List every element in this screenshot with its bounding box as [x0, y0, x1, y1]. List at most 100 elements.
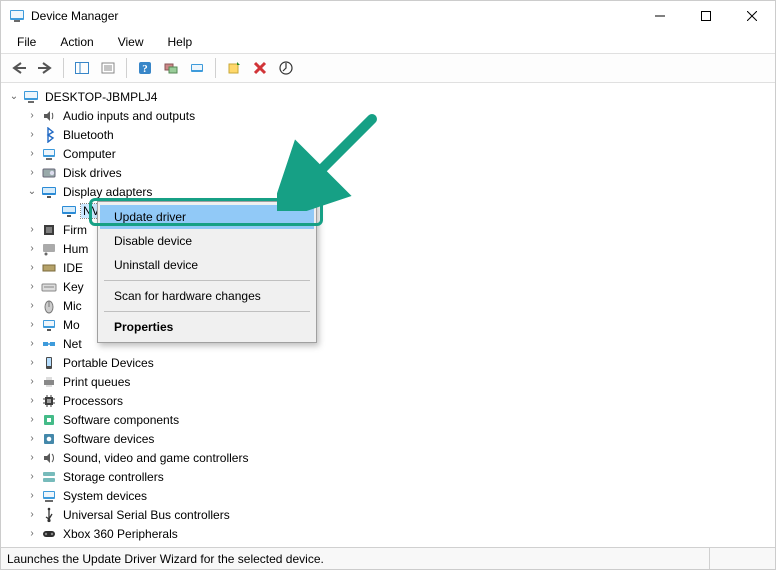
expand-icon[interactable]: › [25, 299, 39, 313]
tree-category-13[interactable]: › Print queues [7, 372, 769, 391]
tree-node-label: Net [61, 337, 84, 351]
tree-node-label: Print queues [61, 375, 132, 389]
window-title: Device Manager [31, 9, 118, 23]
tree-node-label: Audio inputs and outputs [61, 109, 197, 123]
context-menu-item-disable-device[interactable]: Disable device [100, 229, 314, 253]
expand-icon[interactable]: › [25, 470, 39, 484]
help-button[interactable]: ? [133, 56, 157, 80]
software-comp-icon [41, 412, 57, 428]
tree-category-17[interactable]: › Sound, video and game controllers [7, 448, 769, 467]
tree-category-16[interactable]: › Software devices [7, 429, 769, 448]
bluetooth-icon [41, 127, 57, 143]
properties-button[interactable] [96, 56, 120, 80]
tree-category-2[interactable]: ›Computer [7, 144, 769, 163]
scan-hardware-button[interactable] [159, 56, 183, 80]
expand-icon[interactable]: › [25, 451, 39, 465]
menu-file[interactable]: File [7, 33, 46, 51]
update-driver-button[interactable] [185, 56, 209, 80]
tree-category-15[interactable]: ›Software components [7, 410, 769, 429]
refresh-button[interactable] [274, 56, 298, 80]
firmware-icon [41, 222, 57, 238]
system-icon [41, 488, 57, 504]
title-bar: Device Manager [1, 1, 775, 31]
maximize-button[interactable] [683, 1, 729, 31]
expand-icon[interactable]: › [25, 109, 39, 123]
tree-category-19[interactable]: › System devices [7, 486, 769, 505]
minimize-button[interactable] [637, 1, 683, 31]
tree-node-label: Sound, video and game controllers [61, 451, 250, 465]
tree-node-label: Storage controllers [61, 470, 166, 484]
menu-view[interactable]: View [108, 33, 154, 51]
tree-node-label: System devices [61, 489, 149, 503]
expand-icon[interactable]: › [25, 147, 39, 161]
tree-node-label: Hum [61, 242, 90, 256]
collapse-icon[interactable]: ⌄ [7, 90, 21, 104]
expand-icon[interactable]: › [25, 508, 39, 522]
back-button[interactable] [7, 56, 31, 80]
tree-category-21[interactable]: ›Xbox 360 Peripherals [7, 524, 769, 543]
tree-category-3[interactable]: › Disk drives [7, 163, 769, 182]
expand-icon[interactable]: › [25, 318, 39, 332]
menu-action[interactable]: Action [50, 33, 103, 51]
expand-icon[interactable]: › [25, 337, 39, 351]
expand-icon[interactable]: › [25, 432, 39, 446]
audio-icon [41, 108, 57, 124]
tree-node-label: Portable Devices [61, 356, 156, 370]
toolbar-separator [126, 58, 127, 78]
expand-icon[interactable]: › [25, 223, 39, 237]
expand-icon[interactable]: › [25, 242, 39, 256]
expand-icon[interactable]: › [25, 166, 39, 180]
tree-category-12[interactable]: › Portable Devices [7, 353, 769, 372]
tree-category-0[interactable]: › Audio inputs and outputs [7, 106, 769, 125]
device-tree[interactable]: ⌄DESKTOP-JBMPLJ4 › Audio inputs and output… [1, 83, 775, 547]
tree-root[interactable]: ⌄DESKTOP-JBMPLJ4 [7, 87, 769, 106]
sound-icon [41, 450, 57, 466]
menu-help[interactable]: Help [158, 33, 203, 51]
expand-icon[interactable]: › [25, 489, 39, 503]
context-menu-item-update-driver[interactable]: Update driver [100, 205, 314, 229]
tree-category-14[interactable]: ›Processors [7, 391, 769, 410]
software-dev-icon [41, 431, 57, 447]
processor-icon [41, 393, 57, 409]
tree-category-4[interactable]: ⌄ Display adapters [7, 182, 769, 201]
toolbar-separator [63, 58, 64, 78]
expand-icon[interactable]: › [25, 413, 39, 427]
status-text: Launches the Update Driver Wizard for th… [7, 552, 709, 566]
context-menu-item-properties[interactable]: Properties [100, 315, 314, 339]
svg-text:?: ? [142, 63, 148, 75]
add-legacy-button[interactable] [222, 56, 246, 80]
expand-icon[interactable]: › [25, 375, 39, 389]
expand-icon[interactable]: › [25, 261, 39, 275]
tree-category-1[interactable]: ›Bluetooth [7, 125, 769, 144]
expand-icon[interactable]: › [25, 280, 39, 294]
disk-icon [41, 165, 57, 181]
keyboard-icon [41, 279, 57, 295]
display-icon [41, 184, 57, 200]
context-menu-separator [104, 280, 310, 281]
context-menu-separator [104, 311, 310, 312]
window-controls [637, 1, 775, 31]
tree-node-label: Display adapters [61, 185, 154, 199]
expand-icon[interactable]: › [25, 527, 39, 541]
tree-node-label: Software devices [61, 432, 156, 446]
expand-icon[interactable]: › [25, 128, 39, 142]
context-menu-item-scan-for-hardware-changes[interactable]: Scan for hardware changes [100, 284, 314, 308]
show-hide-console-tree-button[interactable] [70, 56, 94, 80]
uninstall-button[interactable] [248, 56, 272, 80]
tree-node-label: Mic [61, 299, 84, 313]
collapse-icon[interactable]: ⌄ [25, 185, 39, 199]
expand-icon[interactable]: › [25, 356, 39, 370]
context-menu-item-uninstall-device[interactable]: Uninstall device [100, 253, 314, 277]
tree-node-label: Universal Serial Bus controllers [61, 508, 232, 522]
mouse-icon [41, 298, 57, 314]
app-icon [9, 8, 25, 24]
close-button[interactable] [729, 1, 775, 31]
forward-button[interactable] [33, 56, 57, 80]
tree-category-20[interactable]: › Universal Serial Bus controllers [7, 505, 769, 524]
tree-node-label: Disk drives [61, 166, 124, 180]
tree-node-label: IDE [61, 261, 85, 275]
tree-category-18[interactable]: › Storage controllers [7, 467, 769, 486]
portable-icon [41, 355, 57, 371]
expand-icon[interactable]: › [25, 394, 39, 408]
display-icon [61, 203, 77, 219]
